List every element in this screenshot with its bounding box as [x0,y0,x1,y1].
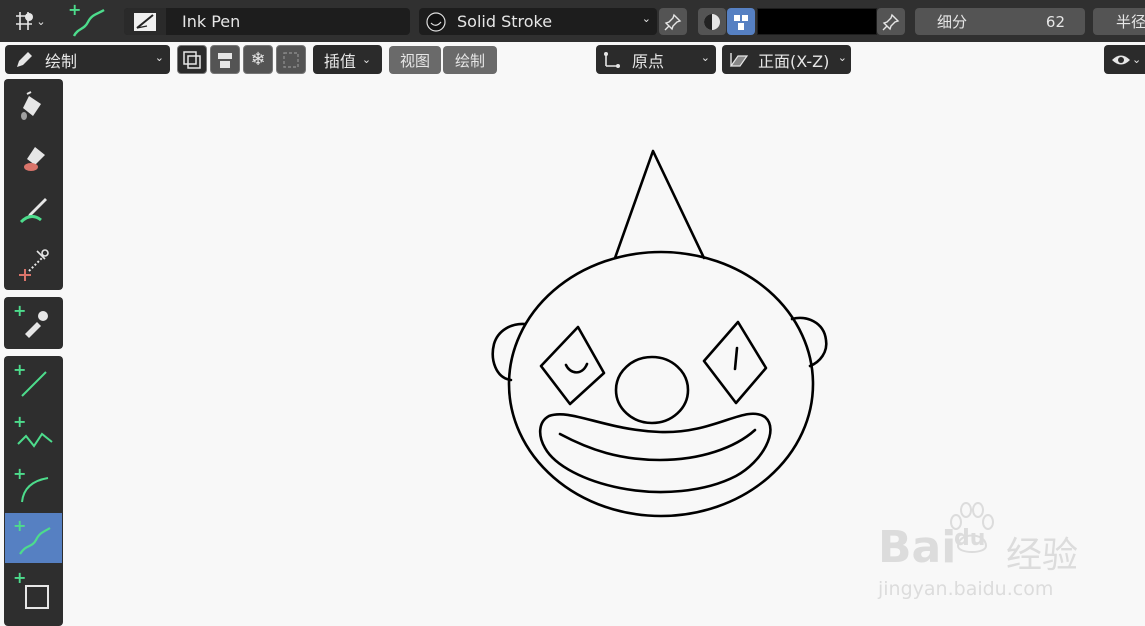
draw-menu-label: 绘制 [454,51,485,70]
chevron-down-icon: ⌄ [837,51,847,64]
mouth-outer [538,412,772,494]
transform-icon [283,51,299,68]
plus-icon: + [13,301,27,320]
tool-curve[interactable]: + [5,513,62,563]
shading-ball-icon [704,13,720,30]
view-menu-label: 视图 [399,51,430,70]
tool-eyedropper[interactable]: + [5,298,62,348]
tool-fill[interactable] [5,80,62,130]
tool-erase[interactable] [5,133,62,183]
plus-icon: + [13,568,27,587]
watermark-brand-2: du [954,526,986,551]
orientation-label: 正面(X-Z) [758,51,830,71]
gizmo-icon [16,12,34,30]
baidu-watermark: Bai du 经验 jingyan.baidu.com [876,500,1106,610]
pin-material-button[interactable] [659,8,687,35]
multiframe-icon [183,50,201,69]
material-name: Solid Stroke [457,12,553,31]
material-color-mode-button[interactable] [698,8,726,35]
tool-polyline[interactable]: + [5,409,62,459]
interpolate-label: 插值 [323,51,356,71]
right-eye-diamond [702,320,768,405]
stroke-color-swatch[interactable] [757,8,877,35]
layers-lock-icon [218,52,232,68]
left-ear [491,322,527,382]
origin-axis-icon [604,51,620,68]
left-eye-closed [564,362,589,374]
transform-toggle[interactable] [276,45,306,74]
active-tool-icon[interactable]: + [64,0,108,42]
curve-stroke-icon [72,8,105,37]
right-ear [790,316,828,368]
tool-type-dropdown[interactable]: ⌄ [6,8,52,34]
watermark-cn: 经验 [1006,535,1079,576]
mouth-inner [558,428,757,462]
chevron-down-icon: ⌄ [154,51,164,64]
chevron-down-icon: ⌄ [700,51,710,64]
clown-hat [613,149,706,260]
tint-brush-icon [19,198,47,224]
subdivision-value: 62 [1045,12,1065,31]
plus-icon: + [13,464,27,483]
pin-icon [664,13,682,30]
orientation-dropdown[interactable]: 正面(X-Z) ⌄ [722,45,851,74]
vertex-paint-icon [734,14,748,30]
pencil-icon [17,51,32,67]
material-sphere-icon [426,11,446,32]
freeze-toggle[interactable]: ❄ [243,45,273,74]
tool-arc[interactable]: + [5,461,62,511]
visibility-dropdown[interactable]: ⌄ [1104,45,1145,74]
snowflake-icon: ❄ [250,49,266,70]
origin-dropdown[interactable]: 原点 ⌄ [596,45,716,74]
pin-icon [882,13,900,30]
autolock-toggle[interactable] [210,45,240,74]
subdivision-field[interactable]: 细分 62 [915,8,1085,35]
material-selector[interactable]: Solid Stroke ⌄ [419,8,657,35]
chevron-down-icon: ⌄ [36,14,46,28]
chevron-down-icon: ⌄ [361,53,372,66]
radius-field[interactable]: 半径 [1093,8,1145,35]
mode-label: 绘制 [45,51,78,71]
brush-name: Ink Pen [182,12,241,31]
plane-icon [729,52,749,67]
origin-label: 原点 [632,51,665,71]
tool-cutter[interactable] [5,239,62,289]
vertex-color-mode-button[interactable] [727,8,755,35]
draw-menu-button[interactable]: 绘制 [443,46,497,74]
viewport-header: 绘制 ⌄ ❄ 插值 ⌄ 视图 绘制 原点 ⌄ 正面(X-Z) ⌄ ⌄ [0,42,1145,78]
brush-selector[interactable]: Ink Pen [124,8,410,35]
right-eye-line [733,346,739,371]
brush-preview-icon [124,8,166,35]
scissors-icon [18,249,49,281]
radius-label: 半径 [1116,13,1145,31]
clown-head [507,250,815,518]
chevron-down-icon: ⌄ [641,12,651,25]
left-eye-diamond [539,325,606,406]
plus-icon: + [13,360,27,379]
tool-settings-bar: ⌄ + Ink Pen Solid Stroke ⌄ 细分 62 半径 [0,0,1145,43]
multiframe-toggle[interactable] [177,45,207,74]
chevron-down-icon: ⌄ [1132,53,1142,66]
pin-color-button[interactable] [877,8,905,35]
eraser-icon [23,147,45,171]
clown-nose [614,355,690,425]
mode-dropdown[interactable]: 绘制 ⌄ [5,45,170,74]
watermark-brand: Bai [878,522,957,573]
eye-icon [1112,55,1130,64]
paint-bucket-icon [20,91,41,120]
tool-box[interactable]: + [5,565,62,615]
view-menu-button[interactable]: 视图 [389,46,441,74]
subdivision-label: 细分 [937,13,968,31]
plus-icon: + [13,516,27,535]
interpolate-menu[interactable]: 插值 ⌄ [313,45,382,74]
tool-line[interactable]: + [5,357,62,407]
watermark-url: jingyan.baidu.com [878,578,1054,600]
plus-icon: + [13,412,27,431]
tool-tint[interactable] [5,186,62,236]
